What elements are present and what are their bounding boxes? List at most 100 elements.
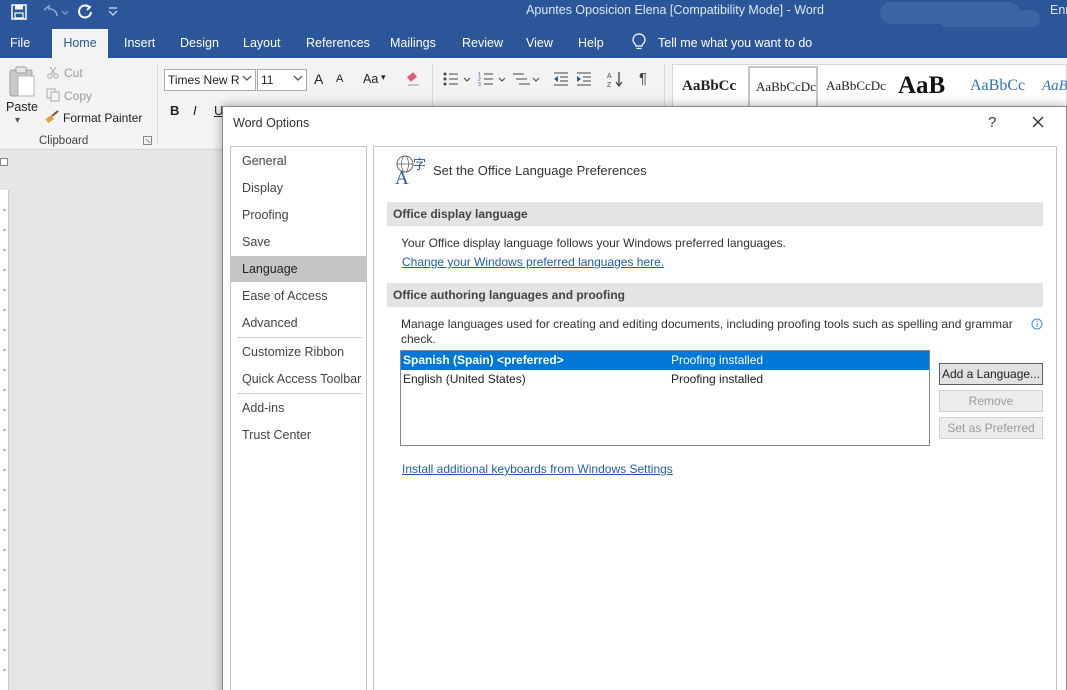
style-normal[interactable]: AaBbCcDc [748, 66, 818, 108]
increase-indent-icon[interactable] [576, 71, 592, 87]
format-painter-icon[interactable] [45, 110, 61, 124]
remove-button[interactable]: Remove [939, 390, 1043, 412]
language-options-panel: A字 Set the Office Language Preferences O… [373, 146, 1057, 690]
proofing-status: Proofing installed [671, 372, 764, 386]
svg-text:A: A [607, 73, 612, 80]
decrease-indent-icon[interactable] [553, 71, 569, 87]
grow-font-button[interactable]: A [314, 71, 323, 87]
tab-references[interactable]: References [306, 36, 370, 50]
dialog-launcher-icon[interactable] [143, 136, 152, 145]
nav-item-language[interactable]: Language [231, 256, 366, 282]
list-item[interactable]: English (United States) Proofing install… [401, 370, 929, 389]
chevron-down-icon[interactable] [293, 73, 303, 83]
svg-text:3: 3 [478, 82, 481, 87]
format-painter-button[interactable]: Format Painter [63, 111, 142, 125]
page-title: Set the Office Language Preferences [433, 163, 647, 178]
save-icon[interactable] [10, 1, 28, 23]
tab-selector[interactable] [0, 158, 8, 166]
language-name: Spanish (Spain) <preferred> [403, 353, 564, 367]
languages-list[interactable]: Spanish (Spain) <preferred> Proofing ins… [400, 350, 930, 446]
svg-text:A: A [395, 168, 409, 185]
nav-item-quick-access-toolbar[interactable]: Quick Access Toolbar [231, 366, 366, 392]
tab-layout[interactable]: Layout [243, 36, 281, 50]
tab-design[interactable]: Design [180, 36, 219, 50]
font-size-value: 11 [261, 73, 274, 87]
style-heading-1[interactable]: AaBbCc [676, 66, 746, 108]
blurred-area [940, 10, 1040, 28]
paste-button[interactable]: Paste [6, 100, 38, 114]
redo-icon[interactable] [76, 1, 94, 23]
nav-item-trust-center[interactable]: Trust Center [231, 422, 366, 448]
tab-file[interactable]: File [10, 36, 30, 50]
list-item[interactable]: Spanish (Spain) <preferred> Proofing ins… [401, 351, 929, 370]
tab-insert[interactable]: Insert [124, 36, 155, 50]
style-heading-2[interactable]: AaBbCc [964, 66, 1034, 108]
style-title[interactable]: AaB [892, 66, 962, 108]
nav-divider [237, 337, 362, 338]
tab-view[interactable]: View [526, 36, 553, 50]
sort-icon[interactable]: AZ [607, 70, 625, 88]
nav-item-add-ins[interactable]: Add-ins [231, 395, 366, 421]
tab-help[interactable]: Help [578, 36, 604, 50]
nav-item-general[interactable]: General [231, 148, 366, 174]
help-button[interactable]: ? [988, 114, 996, 131]
add-language-button[interactable]: Add a Language... [939, 363, 1043, 385]
info-icon[interactable] [1031, 318, 1043, 330]
style-subtitle[interactable]: AaB [1036, 66, 1067, 108]
dialog-title: Word Options [233, 116, 310, 130]
chevron-down-icon[interactable] [242, 73, 252, 83]
tell-me-search[interactable]: Tell me what you want to do [658, 36, 812, 50]
show-formatting-marks-icon[interactable]: ¶ [639, 70, 647, 87]
nav-item-ease-of-access[interactable]: Ease of Access [231, 283, 366, 309]
change-windows-languages-link[interactable]: Change your Windows preferred languages … [402, 255, 664, 269]
tab-mailings[interactable]: Mailings [390, 36, 436, 50]
tab-home[interactable]: Home [52, 29, 108, 58]
svg-text:字: 字 [413, 157, 426, 172]
tab-review[interactable]: Review [462, 36, 503, 50]
nav-item-advanced[interactable]: Advanced [231, 310, 366, 336]
nav-item-display[interactable]: Display [231, 175, 366, 201]
bullets-icon[interactable] [443, 71, 471, 87]
paste-icon[interactable] [8, 64, 36, 98]
style-no-spacing[interactable]: AaBbCcDc [820, 66, 890, 108]
window-title: Apuntes Oposicion Elena [Compatibility M… [526, 3, 824, 17]
copy-button[interactable]: Copy [64, 89, 92, 103]
copy-icon[interactable] [46, 88, 60, 102]
multilevel-list-icon[interactable] [512, 71, 540, 87]
section-authoring-languages: Office authoring languages and proofing [387, 283, 1043, 307]
authoring-description-line2: check. [401, 332, 436, 346]
language-name: English (United States) [403, 372, 526, 386]
shrink-font-button[interactable]: A [336, 73, 343, 85]
chevron-down-icon[interactable]: ▾ [381, 72, 386, 83]
paste-dropdown-icon[interactable]: ▾ [15, 115, 20, 126]
customize-toolbar-icon[interactable] [106, 1, 120, 23]
options-nav: General Display Proofing Save Language E… [230, 146, 367, 690]
close-icon[interactable] [1031, 115, 1045, 129]
italic-button[interactable]: I [193, 103, 197, 118]
lightbulb-icon [632, 33, 646, 51]
install-keyboards-link[interactable]: Install additional keyboards from Window… [402, 462, 673, 476]
vertical-ruler [0, 190, 9, 690]
font-size-box[interactable]: 11 [257, 69, 307, 91]
group-divider [157, 64, 158, 144]
nav-divider [237, 393, 362, 394]
bold-button[interactable]: B [170, 103, 179, 118]
authoring-description-line1: Manage languages used for creating and e… [401, 317, 1013, 331]
change-case-button[interactable]: Aa [363, 72, 378, 86]
set-as-preferred-button[interactable]: Set as Preferred [939, 417, 1043, 439]
proofing-status: Proofing installed [671, 353, 764, 367]
word-options-dialog: Word Options ? General Display Proofing … [222, 106, 1067, 690]
language-icon: A字 [394, 153, 430, 185]
font-name-value: Times New R [168, 73, 240, 87]
account-name[interactable]: Enr [1050, 3, 1067, 17]
cut-icon[interactable] [46, 66, 60, 80]
nav-item-save[interactable]: Save [231, 229, 366, 255]
undo-icon[interactable] [40, 1, 70, 23]
nav-item-proofing[interactable]: Proofing [231, 202, 366, 228]
clear-formatting-icon[interactable] [405, 71, 421, 87]
font-name-box[interactable]: Times New R [164, 69, 256, 91]
cut-button[interactable]: Cut [64, 66, 83, 80]
nav-item-customize-ribbon[interactable]: Customize Ribbon [231, 339, 366, 365]
numbering-icon[interactable]: 123 [478, 71, 506, 87]
ribbon-tab-bar: File Insert Design Layout References Mai… [0, 27, 1067, 58]
